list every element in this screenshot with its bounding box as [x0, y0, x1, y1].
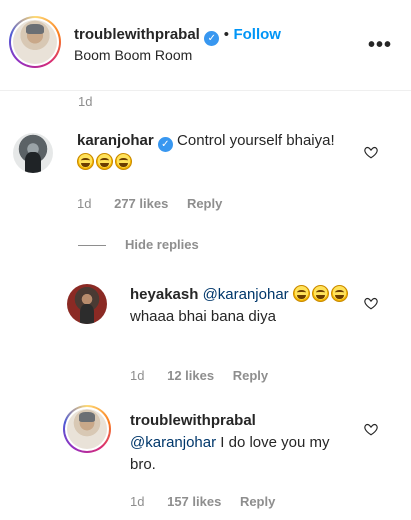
verified-badge-icon: ✓ [157, 137, 173, 152]
reply-mention[interactable]: @karanjohar [130, 434, 216, 451]
header-title-row: troublewithprabal ✓ • Follow [74, 26, 281, 46]
reply-body: troublewithprabal @karanjohar I do love … [130, 410, 355, 476]
heart-outline-icon[interactable] [364, 423, 378, 436]
grinning-squinting-face-icon [115, 153, 132, 170]
hide-replies-divider [78, 245, 106, 246]
header-separator: • [223, 26, 230, 43]
comment-likes[interactable]: 277 likes [114, 196, 168, 211]
comment-text: Control yourself bhaiya! [177, 132, 335, 149]
reply-likes[interactable]: 12 likes [167, 368, 214, 383]
hide-replies-button[interactable]: Hide replies [125, 237, 199, 252]
prev-comment-timestamp[interactable]: 1d [78, 94, 92, 109]
header-avatar[interactable] [9, 16, 61, 68]
follow-button[interactable]: Follow [233, 26, 281, 43]
reply-timestamp[interactable]: 1d [130, 368, 144, 383]
reply-username[interactable]: heyakash [130, 286, 198, 303]
reply-username[interactable]: troublewithprabal [130, 412, 256, 429]
comment-meta: 1d 277 likes Reply [77, 196, 222, 211]
reply-timestamp[interactable]: 1d [130, 494, 144, 509]
avatar-photo [13, 20, 57, 64]
more-options-icon[interactable]: ••• [368, 34, 392, 57]
comment-timestamp[interactable]: 1d [77, 196, 91, 211]
avatar-photo [67, 409, 107, 449]
reply-meta: 1d 12 likes Reply [130, 368, 268, 383]
reply-body: heyakash @karanjohar whaaa bhai bana diy… [130, 284, 355, 328]
grinning-squinting-face-icon [330, 285, 348, 302]
grinning-squinting-face-icon [96, 153, 113, 170]
heart-outline-icon[interactable] [364, 146, 378, 159]
grinning-squinting-face-icon [77, 153, 94, 170]
reply-avatar[interactable] [67, 284, 107, 324]
reply-button[interactable]: Reply [240, 494, 275, 509]
header-username[interactable]: troublewithprabal [74, 26, 200, 43]
post-header: troublewithprabal ✓ • Follow Boom Boom R… [0, 0, 411, 91]
reply-button[interactable]: Reply [187, 196, 222, 211]
post-location[interactable]: Boom Boom Room [74, 47, 192, 63]
commenter-avatar[interactable] [13, 133, 53, 173]
verified-badge-icon: ✓ [204, 31, 220, 46]
reply-text: whaaa bhai bana diya [130, 308, 276, 325]
reply-meta: 1d 157 likes Reply [130, 494, 275, 509]
grinning-squinting-face-icon [292, 285, 310, 302]
grinning-squinting-face-icon [311, 285, 329, 302]
reply-button[interactable]: Reply [233, 368, 268, 383]
comment-body: karanjohar ✓ Control yourself bhaiya! [77, 130, 347, 174]
heart-outline-icon[interactable] [364, 297, 378, 310]
reply-avatar[interactable] [63, 405, 111, 453]
reply-likes[interactable]: 157 likes [167, 494, 221, 509]
reply-mention[interactable]: @karanjohar [203, 286, 289, 303]
comment-username[interactable]: karanjohar [77, 132, 154, 149]
